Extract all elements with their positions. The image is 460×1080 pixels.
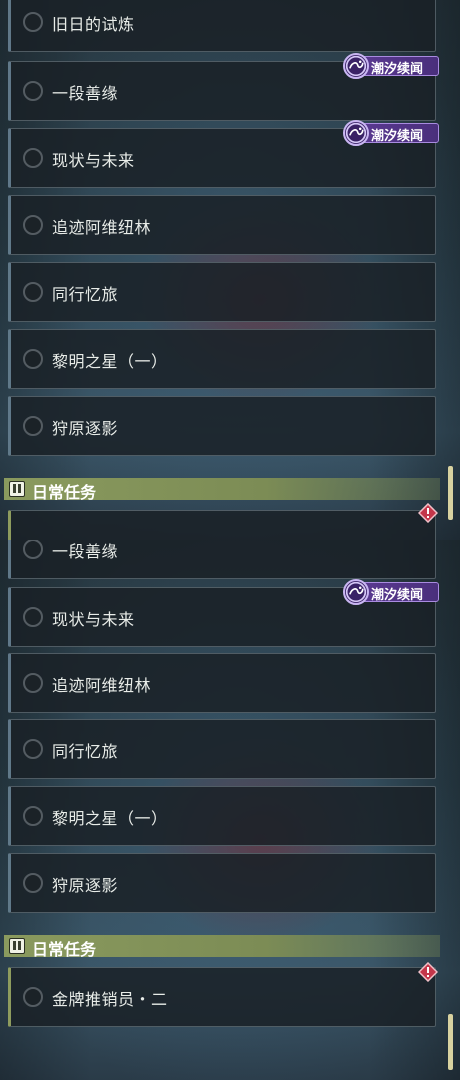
quest-radio[interactable]: [23, 540, 43, 559]
section-header-daily[interactable]: 日常任务: [4, 478, 440, 502]
quest-item-shared-memories[interactable]: 同行忆旅: [8, 719, 436, 779]
quest-radio[interactable]: [23, 215, 43, 235]
quest-title: 狩原逐影: [52, 419, 119, 438]
quest-item-trace-avenuelin[interactable]: 追迹阿维纽林: [8, 195, 436, 255]
tide-swirl-icon: [343, 120, 369, 146]
quest-radio[interactable]: [23, 739, 43, 759]
quest-radio[interactable]: [23, 282, 43, 302]
quest-radio[interactable]: [23, 673, 43, 693]
quest-panel-top: 旧日的试炼 一段善缘 现状与未来 追迹阿维纽林 同行忆旅 黎明之星（一） 狩原逐…: [0, 0, 460, 540]
quest-item-dawn-star-1[interactable]: 黎明之星（一）: [8, 786, 436, 846]
tide-swirl-icon: [343, 579, 369, 605]
quest-radio[interactable]: [23, 806, 43, 826]
tide-badge: 潮汐续闻: [343, 120, 439, 146]
quest-radio[interactable]: [23, 81, 43, 101]
tide-swirl-icon: [343, 53, 369, 79]
quest-title: 黎明之星（一）: [52, 809, 168, 828]
quest-title: 黎明之星（一）: [52, 352, 168, 371]
quest-item-hunting-shadows[interactable]: 狩原逐影: [8, 853, 436, 913]
quest-title: 狩原逐影: [52, 876, 119, 895]
scrollbar-thumb[interactable]: [448, 1014, 453, 1070]
quest-radio[interactable]: [23, 987, 43, 1007]
quest-title: 追迹阿维纽林: [52, 676, 152, 695]
quest-radio[interactable]: [23, 349, 43, 369]
quest-item-good-fate[interactable]: 一段善缘: [8, 540, 436, 579]
section-title: 日常任务: [32, 940, 97, 959]
quest-title: 现状与未来: [52, 610, 135, 629]
double-bar-quest-icon: [9, 938, 25, 954]
quest-radio[interactable]: [23, 416, 43, 436]
tide-badge: 潮汐续闻: [343, 53, 439, 79]
quest-item-old-trial[interactable]: 旧日的试炼: [8, 0, 436, 52]
quest-item-shared-memories[interactable]: 同行忆旅: [8, 262, 436, 322]
quest-radio[interactable]: [23, 873, 43, 893]
quest-item-hunting-shadows[interactable]: 狩原逐影: [8, 396, 436, 456]
badge-label: 潮汐续闻: [371, 129, 424, 144]
quest-radio[interactable]: [23, 12, 43, 32]
quest-title: 金牌推销员・二: [52, 990, 168, 1009]
badge-label: 潮汐续闻: [371, 588, 424, 603]
quest-title: 一段善缘: [52, 542, 119, 561]
quest-title: 现状与未来: [52, 151, 135, 170]
quest-title: 同行忆旅: [52, 742, 119, 761]
red-diamond-alert-icon: [418, 962, 438, 982]
tide-badge: 潮汐续闻: [343, 579, 439, 605]
quest-radio[interactable]: [23, 607, 43, 627]
quest-panel-bottom: 一段善缘 现状与未来 追迹阿维纽林 同行忆旅 黎明之星（一） 狩原逐影 潮汐续闻…: [0, 540, 460, 1080]
double-bar-quest-icon: [9, 481, 25, 497]
quest-title: 一段善缘: [52, 84, 119, 103]
quest-item-daily-partial[interactable]: [8, 510, 436, 540]
quest-item-gold-salesman-2[interactable]: 金牌推销员・二: [8, 967, 436, 1027]
quest-item-trace-avenuelin[interactable]: 追迹阿维纽林: [8, 653, 436, 713]
section-title: 日常任务: [32, 483, 97, 502]
quest-radio[interactable]: [23, 148, 43, 168]
section-header-daily[interactable]: 日常任务: [4, 935, 440, 959]
quest-title: 同行忆旅: [52, 285, 119, 304]
badge-label: 潮汐续闻: [371, 62, 424, 77]
scrollbar-thumb[interactable]: [448, 466, 453, 520]
quest-title: 追迹阿维纽林: [52, 218, 152, 237]
quest-item-dawn-star-1[interactable]: 黎明之星（一）: [8, 329, 436, 389]
quest-title: 旧日的试炼: [52, 15, 135, 34]
red-diamond-alert-icon: [418, 503, 438, 523]
